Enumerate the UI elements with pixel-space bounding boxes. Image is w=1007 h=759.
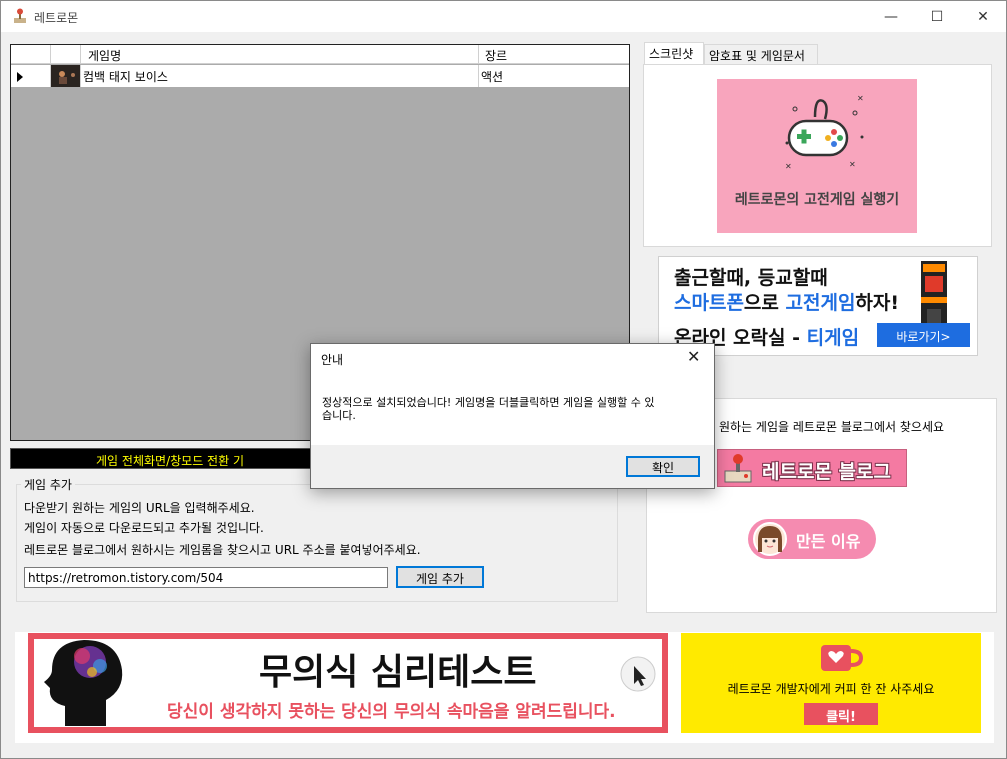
game-thumbnail xyxy=(51,65,81,87)
joystick-icon xyxy=(724,454,752,483)
dialog-title: 안내 xyxy=(321,353,344,367)
current-row-arrow-icon xyxy=(17,72,23,82)
row-selector[interactable] xyxy=(11,65,51,87)
gamepad-icon: ✕ ✕ ✕ xyxy=(785,94,864,171)
grid-header: 게임명 장르 xyxy=(11,45,629,64)
title-bar: 레트로몬 — ☐ ✕ xyxy=(1,1,1006,32)
cursor-click-icon xyxy=(620,656,656,692)
retromon-blog-button[interactable]: 레트로몬 블로그 xyxy=(717,449,907,487)
main-window: 레트로몬 — ☐ ✕ 게임명 장르 컴백 태지 보이스 액션 게임 전체화면/창… xyxy=(0,0,1007,759)
psych-test-title: 무의식 심리테스트 xyxy=(259,652,537,693)
column-header-name[interactable]: 게임명 xyxy=(81,45,479,64)
ad-line-2d: 하자! xyxy=(855,292,900,314)
screenshot-caption: 레트로몬의 고전게임 실행기 xyxy=(734,192,900,208)
dialog-message-line: 습니다. xyxy=(322,409,356,422)
svg-text:✕: ✕ xyxy=(785,162,792,171)
girl-face-icon xyxy=(758,526,782,552)
psych-test-subtitle: 당신이 생각하지 못하는 당신의 무의식 속마음을 알려드립니다. xyxy=(167,702,616,722)
retromon-blog-label: 레트로몬 블로그 xyxy=(762,461,891,483)
add-game-info-line: 게임이 자동으로 다운로드되고 추가될 것입니다. xyxy=(24,521,264,535)
ad-line-2b: 으로 xyxy=(743,292,786,314)
minimize-button[interactable]: — xyxy=(868,1,914,32)
column-header-genre[interactable]: 장르 xyxy=(479,45,629,64)
add-game-info-line: 레트로몬 블로그에서 원하시는 게임롬을 찾으시고 URL 주소를 붙여넣어주세… xyxy=(24,543,421,557)
game-name-cell[interactable]: 컴백 태지 보이스 xyxy=(81,65,479,87)
fullscreen-hint-bar: 게임 전체화면/창모드 전환 기 xyxy=(10,448,330,469)
coffee-text: 레트로몬 개발자에게 커피 한 잔 사주세요 xyxy=(727,682,935,696)
thumbnail-image-icon xyxy=(53,67,79,85)
thumb-column-header xyxy=(51,45,81,64)
tgame-ad[interactable]: 출근할때, 등교할때 스마트폰으로 고전게임하자! 온라인 오락실 - 티게임 … xyxy=(658,256,978,356)
ad-line-2: 스마트폰으로 고전게임하자! xyxy=(674,288,899,315)
ad-line-2c: 고전게임 xyxy=(785,292,856,314)
joystick-app-icon xyxy=(14,8,26,23)
dialog-message: 정상적으로 설치되었습니다! 게임명을 더블클릭하면 게임을 실행할 수 있 습… xyxy=(322,396,692,422)
avatar xyxy=(753,522,787,556)
table-row[interactable]: 컴백 태지 보이스 액션 xyxy=(11,65,629,87)
coffee-click-button[interactable]: 클릭! xyxy=(804,703,878,725)
coffee-cup-icon xyxy=(821,645,863,671)
game-genre-cell[interactable]: 액션 xyxy=(479,65,629,87)
window-title: 레트로몬 xyxy=(34,11,79,25)
column-header-genre-label: 장르 xyxy=(485,49,508,63)
ad-line-2a: 스마트폰 xyxy=(674,292,744,314)
close-button[interactable]: ✕ xyxy=(960,1,1006,32)
svg-text:✕: ✕ xyxy=(857,94,864,103)
add-game-info-line: 다운받기 원하는 게임의 URL을 입력해주세요. xyxy=(24,501,255,515)
svg-text:✕: ✕ xyxy=(849,160,856,169)
row-header-corner xyxy=(11,45,51,64)
add-game-button[interactable]: 게임 추가 xyxy=(396,566,484,588)
notice-dialog: 안내 ✕ 정상적으로 설치되었습니다! 게임명을 더블클릭하면 게임을 실행할 … xyxy=(310,343,715,489)
head-silhouette-icon xyxy=(44,640,123,726)
tab-cheat-docs[interactable]: 암호표 및 게임문서 xyxy=(704,44,818,65)
maximize-button[interactable]: ☐ xyxy=(914,1,960,32)
find-game-text: 원하는 게임을 레트로몬 블로그에서 찾으세요 xyxy=(719,420,945,434)
arcade-cabinet-icon xyxy=(921,261,947,331)
ad-line-1: 출근할때, 등교할때 xyxy=(674,267,828,289)
dialog-close-icon[interactable]: ✕ xyxy=(687,347,700,366)
tab-screenshot[interactable]: 스크린샷 xyxy=(644,42,704,65)
ad-go-button[interactable]: 바로가기> xyxy=(877,323,970,347)
dialog-footer: 확인 xyxy=(311,445,714,488)
coffee-banner[interactable]: 레트로몬 개발자에게 커피 한 잔 사주세요 클릭! xyxy=(681,633,981,733)
why-made-label: 만든 이유 xyxy=(796,532,861,551)
dialog-message-line: 정상적으로 설치되었습니다! 게임명을 더블클릭하면 게임을 실행할 수 있 xyxy=(322,396,655,409)
ad-line-3b: 티게임 xyxy=(806,327,860,349)
psych-test-banner[interactable]: 무의식 심리테스트 당신이 생각하지 못하는 당신의 무의식 속마음을 알려드립… xyxy=(28,633,668,733)
dialog-ok-button[interactable]: 확인 xyxy=(626,456,700,477)
game-screenshot: ✕ ✕ ✕ 레트로몬의 고전게임 실행기 xyxy=(717,79,917,233)
add-game-group-title: 게임 추가 xyxy=(21,476,75,493)
why-made-button[interactable]: 만든 이유 xyxy=(748,519,876,559)
column-header-name-label: 게임명 xyxy=(88,49,122,63)
game-url-input[interactable] xyxy=(24,567,388,588)
